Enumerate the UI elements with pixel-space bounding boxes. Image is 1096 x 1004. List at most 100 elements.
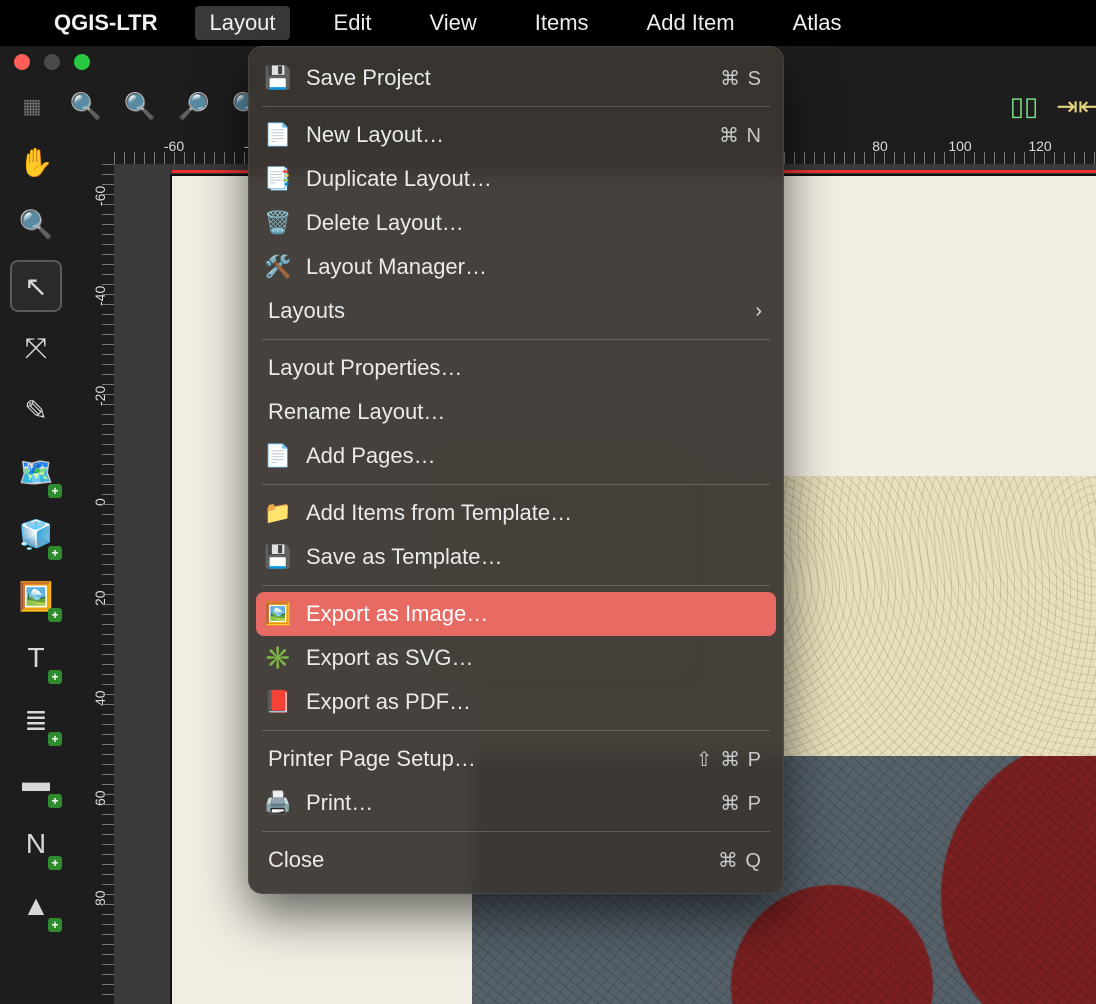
- hruler-tick: 100: [948, 138, 971, 154]
- zoom-actual-icon[interactable]: 🔎: [176, 88, 212, 124]
- menu-item-label: Printer Page Setup…: [268, 746, 682, 772]
- vruler-tick: -20: [78, 386, 94, 406]
- hruler-tick: 80: [872, 138, 888, 154]
- ruler-corner: [72, 134, 114, 164]
- menu-item-label: Rename Layout…: [268, 399, 762, 425]
- vruler-tick: 20: [78, 590, 94, 606]
- vertical-ruler: -60 -40 -20 0 20 40 60 80: [72, 164, 114, 1004]
- vruler-tick: -40: [78, 286, 94, 306]
- menu-item-label: Export as SVG…: [306, 645, 762, 671]
- window-zoom-button[interactable]: [74, 54, 90, 70]
- add-shape-tool-icon[interactable]: ▲: [12, 882, 60, 930]
- menu-item-export-as-image[interactable]: 🖼️ Export as Image…: [256, 592, 776, 636]
- menu-item-new-layout[interactable]: 📄 New Layout… ⌘ N: [248, 113, 784, 157]
- menu-item-shortcut: ⌘ Q: [718, 848, 762, 873]
- menu-separator: [262, 339, 770, 340]
- window-minimize-button[interactable]: [44, 54, 60, 70]
- add-3dmap-tool-icon[interactable]: 🧊: [12, 510, 60, 558]
- menu-item-label: Print…: [306, 790, 706, 816]
- add-image-tool-icon[interactable]: 🖼️: [12, 572, 60, 620]
- menu-separator: [262, 585, 770, 586]
- menu-item-duplicate-layout[interactable]: 📑 Duplicate Layout…: [248, 157, 784, 201]
- menu-item-label: Export as Image…: [306, 601, 762, 627]
- vruler-tick: -60: [78, 186, 94, 206]
- menu-item-save-project[interactable]: 💾 Save Project ⌘ S: [248, 56, 784, 100]
- menu-item-layouts[interactable]: Layouts›: [248, 289, 784, 333]
- menu-item-label: Delete Layout…: [306, 210, 762, 236]
- add-legend-tool-icon[interactable]: ≣: [12, 696, 60, 744]
- align-icon-2[interactable]: ⇥⇤: [1060, 88, 1096, 124]
- menu-item-label: Save Project: [306, 65, 706, 91]
- zoom-in-icon[interactable]: 🔍: [68, 88, 104, 124]
- vruler-tick: 40: [78, 690, 94, 706]
- export-image-icon: 🖼️: [264, 600, 292, 628]
- save-template-icon: 💾: [264, 543, 292, 571]
- add-map-tool-icon[interactable]: 🗺️: [12, 448, 60, 496]
- vruler-tick: 60: [78, 790, 94, 806]
- align-icon-1[interactable]: ▯▯: [1006, 88, 1042, 124]
- menu-item-label: Duplicate Layout…: [306, 166, 762, 192]
- menu-item-label: Close: [268, 847, 704, 873]
- layout-dropdown-menu: 💾 Save Project ⌘ S 📄 New Layout… ⌘ N 📑 Duplicat…: [248, 46, 784, 894]
- chevron-right-icon: ›: [755, 300, 762, 323]
- window-close-button[interactable]: [14, 54, 30, 70]
- menu-view[interactable]: View: [415, 6, 490, 40]
- menu-item-add-pages[interactable]: 📄Add Pages…: [248, 434, 784, 478]
- menu-item-printer-page-setup[interactable]: Printer Page Setup… ⇧ ⌘ P: [248, 737, 784, 781]
- menu-item-export-as-pdf[interactable]: 📕 Export as PDF…: [248, 680, 784, 724]
- menu-item-print[interactable]: 🖨️ Print… ⌘ P: [248, 781, 784, 825]
- menu-item-delete-layout[interactable]: 🗑️ Delete Layout…: [248, 201, 784, 245]
- menu-item-shortcut: ⌘ S: [720, 66, 762, 91]
- pan-tool-icon[interactable]: ✋: [12, 138, 60, 186]
- menu-item-label: New Layout…: [306, 122, 705, 148]
- zoom-tool-icon[interactable]: 🔍: [12, 200, 60, 248]
- menu-item-label: Add Pages…: [306, 443, 762, 469]
- menu-item-export-as-svg[interactable]: ✳️ Export as SVG…: [248, 636, 784, 680]
- menu-item-shortcut: ⇧ ⌘ P: [696, 747, 762, 772]
- menu-edit[interactable]: Edit: [320, 6, 386, 40]
- export-svg-icon: ✳️: [264, 644, 292, 672]
- menu-item-close[interactable]: Close ⌘ Q: [248, 838, 784, 882]
- menu-item-label: Layout Properties…: [268, 355, 762, 381]
- duplicate-layout-icon: 📑: [264, 165, 292, 193]
- menu-item-save-as-template[interactable]: 💾 Save as Template…: [248, 535, 784, 579]
- add-northarrow-tool-icon[interactable]: N: [12, 820, 60, 868]
- save-icon: 💾: [264, 64, 292, 92]
- add-scalebar-tool-icon[interactable]: ▬: [12, 758, 60, 806]
- menu-item-shortcut: ⌘ P: [720, 791, 762, 816]
- print-icon: 🖨️: [264, 789, 292, 817]
- select-tool-icon[interactable]: ↖: [12, 262, 60, 310]
- edit-nodes-tool-icon[interactable]: ✎: [12, 386, 60, 434]
- folder-icon: 📁: [264, 499, 292, 527]
- menu-separator: [262, 106, 770, 107]
- menu-items[interactable]: Items: [521, 6, 603, 40]
- menu-item-rename-layout[interactable]: Rename Layout…: [248, 390, 784, 434]
- export-pdf-icon: 📕: [264, 688, 292, 716]
- menu-separator: [262, 730, 770, 731]
- menu-item-layout-manager[interactable]: 🛠️Layout Manager…: [248, 245, 784, 289]
- menu-item-label: Layout Manager…: [306, 254, 762, 280]
- menu-separator: [262, 831, 770, 832]
- menu-item-shortcut: ⌘ N: [719, 123, 762, 148]
- menu-item-label: Add Items from Template…: [306, 500, 762, 526]
- mac-menubar: QGIS-LTR Layout Edit View Items Add Item…: [0, 0, 1096, 46]
- menu-item-add-items-from-template[interactable]: 📁 Add Items from Template…: [248, 491, 784, 535]
- menu-item-layout-properties[interactable]: Layout Properties…: [248, 346, 784, 390]
- menu-separator: [262, 484, 770, 485]
- delete-icon: 🗑️: [264, 209, 292, 237]
- grid-icon[interactable]: ▦: [14, 88, 50, 124]
- new-layout-icon: 📄: [264, 121, 292, 149]
- menu-atlas[interactable]: Atlas: [779, 6, 856, 40]
- menu-add-item[interactable]: Add Item: [633, 6, 749, 40]
- app-name[interactable]: QGIS-LTR: [54, 10, 157, 36]
- menu-item-label: Export as PDF…: [306, 689, 762, 715]
- hruler-tick: 120: [1028, 138, 1051, 154]
- add-label-tool-icon[interactable]: T: [12, 634, 60, 682]
- zoom-out-icon[interactable]: 🔍: [122, 88, 158, 124]
- vruler-tick: 80: [78, 890, 94, 906]
- vruler-tick: 0: [78, 498, 94, 506]
- menu-layout[interactable]: Layout: [195, 6, 289, 40]
- left-toolbox: ✋ 🔍 ↖ ⤧ ✎ 🗺️ 🧊 🖼️ T ≣ ▬ N ▲: [0, 134, 72, 1004]
- menu-item-label: Save as Template…: [306, 544, 762, 570]
- move-content-tool-icon[interactable]: ⤧: [12, 324, 60, 372]
